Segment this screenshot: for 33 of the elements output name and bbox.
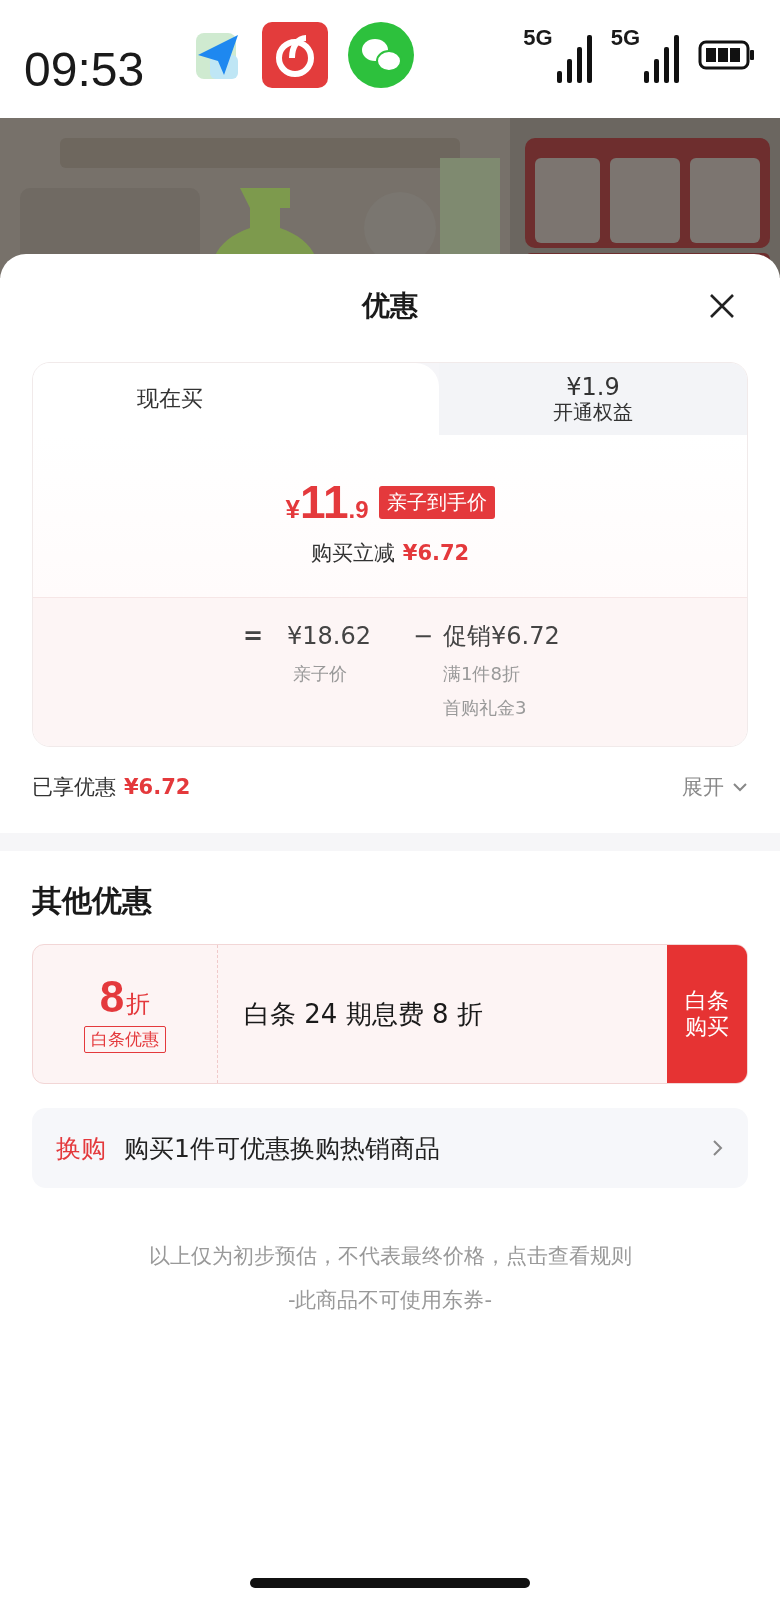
chevron-down-icon: [732, 782, 748, 792]
exchange-row[interactable]: 换购 购买1件可优惠换购热销商品: [32, 1108, 748, 1188]
reduction-label: 购买立减: [310, 540, 395, 567]
saved-value: ¥6.72: [124, 775, 191, 799]
promo-detail: 满1件8折: [443, 662, 521, 686]
expand-button[interactable]: 展开: [682, 773, 748, 801]
close-icon[interactable]: [708, 292, 736, 320]
buy-button[interactable]: 白条购买: [667, 945, 747, 1083]
promo-amount: 促销¥6.72: [443, 621, 561, 652]
final-price: ¥11.9: [285, 475, 369, 529]
reduction-value: ¥6.72: [402, 541, 470, 565]
minus-sign: −: [412, 622, 434, 650]
saved-label: 已享优惠: [32, 774, 116, 801]
network-label: 5G: [610, 27, 640, 49]
base-price: ¥18.62: [286, 622, 371, 650]
footer-note: 以上仅为初步预估，不代表最终价格，点击查看规则: [148, 1243, 632, 1270]
offer-tab[interactable]: 现在买: [33, 363, 439, 435]
chevron-right-icon: [712, 1139, 724, 1157]
status-time: 09:53: [24, 41, 146, 97]
price-tag: 亲子到手价: [378, 485, 495, 519]
discount-value: 8折: [99, 975, 151, 1020]
coupon-description: 白条 24 期息费 8 折: [244, 997, 483, 1031]
coupon-tag: 白条优惠: [84, 1026, 166, 1053]
section-title: 其他优惠: [31, 882, 153, 920]
network-label: 5G: [523, 27, 553, 49]
chat-app-icon: [348, 22, 414, 88]
music-app-icon: [262, 22, 328, 88]
equals-sign: =: [242, 622, 263, 650]
battery-icon: [698, 40, 756, 70]
base-price-label: 亲子价: [292, 662, 348, 686]
promo-detail: 首购礼金3: [443, 696, 528, 720]
sheet-title: 优惠: [362, 288, 418, 324]
footer-note: -此商品不可使用东券-: [287, 1287, 493, 1314]
